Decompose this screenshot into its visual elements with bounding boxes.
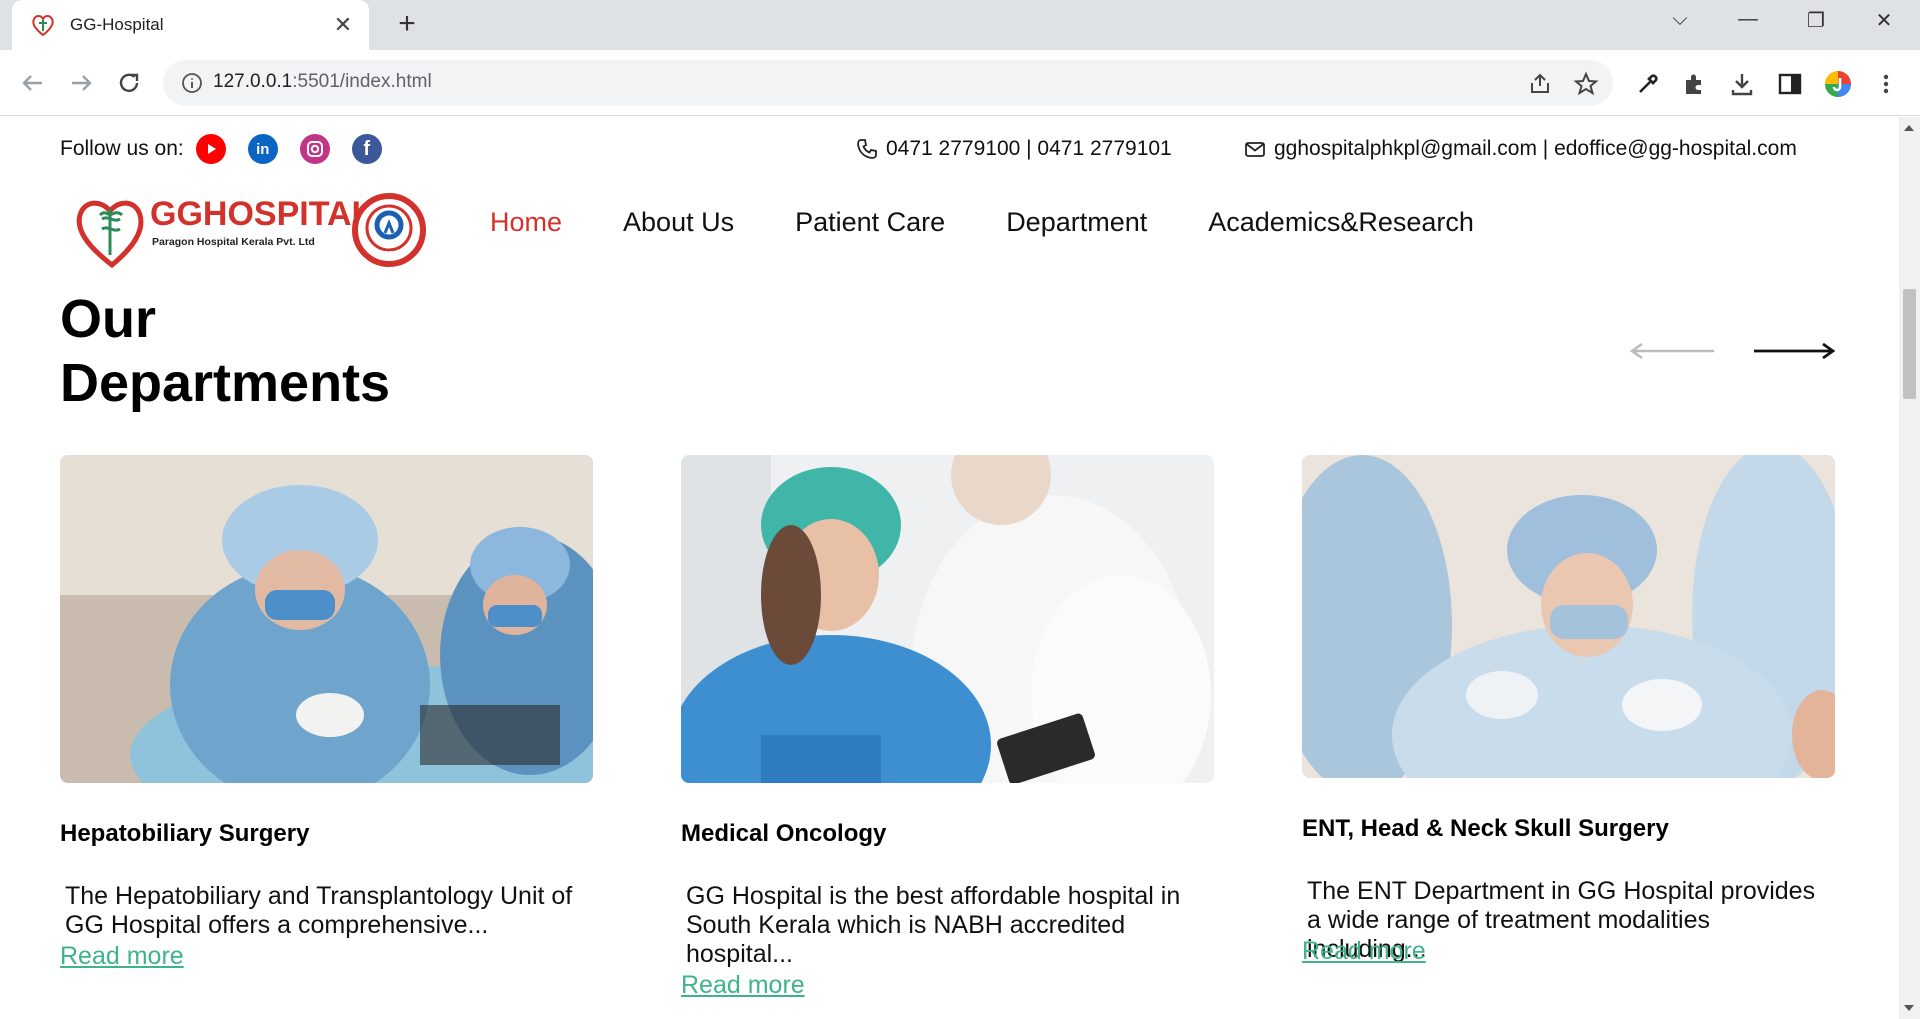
logo-main-text: GGHOSPITAL — [150, 195, 372, 233]
browser-toolbar: 127.0.0.1:5501/index.html — [0, 50, 1920, 116]
gg-hospital-logo-icon: GGHOSPITAL Paragon Hospital Kerala Pvt. … — [76, 193, 426, 269]
main-nav: Home About Us Patient Care Department Ac… — [490, 207, 1535, 238]
forward-icon[interactable] — [64, 66, 98, 100]
hospital-favicon-icon — [32, 15, 54, 37]
follow-label: Follow us on: — [60, 137, 184, 160]
department-card: ENT, Head & Neck Skull Surgery The ENT D… — [1272, 445, 1852, 965]
tab-search-icon[interactable]: ⌵ — [1660, 8, 1700, 38]
facebook-icon[interactable]: f — [351, 134, 382, 164]
browser-tab[interactable]: GG-Hospital ✕ — [12, 0, 369, 50]
heading-line-2: Departments — [60, 353, 391, 413]
nav-patient-care[interactable]: Patient Care — [795, 207, 945, 238]
site-logo[interactable]: GGHOSPITAL Paragon Hospital Kerala Pvt. … — [74, 185, 429, 275]
scroll-down-arrow-icon[interactable] — [1904, 1005, 1914, 1011]
department-card: Medical Oncology GG Hospital is the best… — [671, 425, 1214, 999]
phone-numbers: 0471 2779100 | 0471 2779101 — [886, 137, 1172, 160]
new-tab-button[interactable]: + — [390, 8, 424, 42]
site-header: GGHOSPITAL Paragon Hospital Kerala Pvt. … — [0, 177, 1899, 287]
restore-button[interactable]: ❐ — [1796, 8, 1836, 38]
scroll-up-arrow-icon[interactable] — [1904, 125, 1914, 131]
heading-line-1: Our — [60, 289, 157, 349]
web-page: Follow us on: in f 0471 2779100 | 0471 2… — [0, 117, 1899, 1019]
nav-department[interactable]: Department — [1006, 207, 1147, 238]
card-description: GG Hospital is the best affordable hospi… — [686, 882, 1181, 968]
tab-close-icon[interactable]: ✕ — [331, 12, 355, 38]
eyedropper-extension-icon[interactable] — [1634, 70, 1662, 98]
linkedin-icon[interactable]: in — [247, 134, 278, 164]
url-path: :5501/index.html — [292, 71, 432, 92]
read-more-link[interactable]: Read more — [1302, 937, 1426, 966]
card-description: The Hepatobiliary and Transplantology Un… — [65, 882, 573, 939]
logo-sub-text: Paragon Hospital Kerala Pvt. Ltd — [152, 236, 315, 248]
extensions-puzzle-icon[interactable] — [1681, 70, 1709, 98]
close-window-button[interactable]: ✕ — [1864, 8, 1904, 38]
browser-tab-strip: GG-Hospital ✕ + ⌵ — ❐ ✕ — [0, 0, 1920, 50]
instagram-icon[interactable] — [299, 134, 330, 164]
site-info-icon[interactable] — [181, 72, 203, 94]
email-contact[interactable]: gghospitalphkpl@gmail.com | edoffice@gg-… — [1244, 129, 1797, 169]
profile-avatar-icon[interactable] — [1824, 70, 1852, 98]
departments-heading: Our Departments — [60, 287, 390, 415]
email-addresses: gghospitalphkpl@gmail.com | edoffice@gg-… — [1274, 137, 1797, 160]
phone-contact[interactable]: 0471 2779100 | 0471 2779101 — [856, 129, 1172, 169]
nav-about-us[interactable]: About Us — [623, 207, 734, 238]
top-contact-bar: Follow us on: in f 0471 2779100 | 0471 2… — [60, 129, 1835, 169]
read-more-link[interactable]: Read more — [681, 971, 805, 1000]
nav-home[interactable]: Home — [490, 207, 562, 238]
carousel-controls — [1630, 342, 1835, 360]
url-text[interactable]: 127.0.0.1:5501/index.html — [213, 71, 432, 93]
address-bar[interactable]: 127.0.0.1:5501/index.html — [163, 60, 1613, 106]
carousel-prev-arrow-icon[interactable] — [1630, 342, 1714, 360]
page-scrollbar[interactable] — [1899, 117, 1920, 1019]
side-panel-icon[interactable] — [1776, 70, 1804, 98]
back-icon[interactable] — [16, 66, 50, 100]
bookmark-star-icon[interactable] — [1573, 71, 1599, 97]
medical-oncology-photo — [671, 425, 1214, 855]
card-title[interactable]: Medical Oncology — [681, 820, 886, 848]
ent-surgery-photo — [1272, 445, 1852, 845]
downloads-icon[interactable] — [1728, 70, 1756, 98]
department-card: Hepatobiliary Surgery The Hepatobiliary … — [60, 455, 650, 970]
browser-menu-icon[interactable] — [1872, 70, 1900, 98]
read-more-link[interactable]: Read more — [60, 942, 184, 971]
nav-academics-research[interactable]: Academics&Research — [1208, 207, 1474, 238]
youtube-icon[interactable] — [195, 134, 226, 164]
hepatobiliary-surgery-photo — [60, 455, 650, 845]
mail-icon — [1245, 142, 1265, 157]
reload-icon[interactable] — [112, 66, 146, 100]
nabh-badge-text: NABH — [377, 250, 400, 259]
url-host: 127.0.0.1 — [213, 71, 293, 92]
phone-icon — [857, 139, 877, 159]
scrollbar-thumb[interactable] — [1903, 289, 1916, 399]
carousel-next-arrow-icon[interactable] — [1754, 342, 1835, 360]
share-icon[interactable] — [1527, 71, 1553, 97]
card-title[interactable]: Hepatobiliary Surgery — [60, 820, 309, 848]
card-title[interactable]: ENT, Head & Neck Skull Surgery — [1302, 815, 1669, 843]
minimize-button[interactable]: — — [1728, 8, 1768, 38]
tab-title: GG-Hospital — [70, 15, 164, 34]
